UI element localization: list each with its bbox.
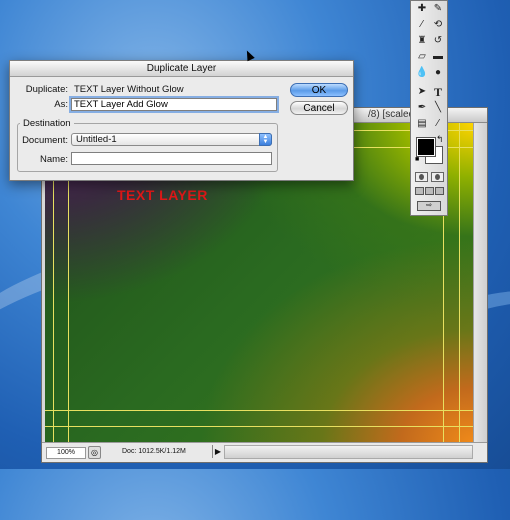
dodge-icon[interactable]: ● <box>430 66 446 80</box>
screen-mode-full-menu-icon[interactable] <box>425 187 434 195</box>
art-history-brush-icon[interactable]: ↺ <box>430 34 446 48</box>
document-select-value: Untitled-1 <box>76 134 117 145</box>
document-size-info: Doc: 1012.5K/1.12M <box>122 448 186 455</box>
name-label: Name: <box>40 154 68 165</box>
duplicate-layer-dialog: Duplicate Layer Duplicate: TEXT Layer Wi… <box>9 60 354 181</box>
as-label: As: <box>54 99 68 110</box>
destination-legend: Destination <box>20 118 74 129</box>
status-menu-arrow-icon[interactable]: ▶ <box>212 445 223 458</box>
healing-brush-icon[interactable]: ✚ <box>414 2 430 16</box>
jump-to-imageready-icon[interactable]: ⇨ <box>417 201 441 211</box>
select-arrows-icon: ▲ ▼ <box>259 133 272 146</box>
guide-horizontal[interactable] <box>45 426 474 427</box>
history-brush-icon[interactable]: ⟲ <box>430 18 446 32</box>
guide-vertical[interactable] <box>459 123 460 443</box>
guide-horizontal[interactable] <box>45 410 474 411</box>
screen-mode-standard-icon[interactable] <box>415 187 424 195</box>
cancel-button[interactable]: Cancel <box>290 101 348 115</box>
text-tool-icon[interactable]: T <box>430 85 446 99</box>
eraser-icon[interactable]: ▱ <box>414 50 430 64</box>
path-selection-icon[interactable]: ➤ <box>414 85 430 99</box>
swap-colors-icon[interactable]: ↰ <box>436 134 444 145</box>
ok-button[interactable]: OK <box>290 83 348 97</box>
document-label: Document: <box>22 135 68 146</box>
status-bar: 100% ◎ Doc: 1012.5K/1.12M ▶ <box>42 442 487 462</box>
name-input[interactable] <box>71 152 272 165</box>
document-select[interactable]: Untitled-1 ▲ ▼ <box>71 133 272 146</box>
duplicate-label: Duplicate: <box>25 84 68 95</box>
duplicate-value: TEXT Layer Without Glow <box>74 84 184 95</box>
zoom-field[interactable]: 100% <box>46 447 86 459</box>
notes-icon[interactable]: ▤ <box>414 117 430 131</box>
pen-icon[interactable]: ✒ <box>414 101 430 115</box>
as-name-input[interactable]: TEXT Layer Add Glow <box>69 96 279 113</box>
quick-mask-icon[interactable] <box>431 172 444 182</box>
screen-mode-full-icon[interactable] <box>435 187 444 195</box>
blur-icon[interactable]: 💧 <box>414 66 430 80</box>
vertical-scrollbar[interactable] <box>473 123 487 443</box>
gradient-icon[interactable]: ▬ <box>430 50 446 64</box>
status-info-icon[interactable]: ◎ <box>88 446 101 459</box>
brush-icon[interactable]: ⁄ <box>414 18 430 32</box>
default-colors-icon[interactable]: ■ <box>415 156 419 163</box>
eyedropper-icon[interactable]: ⁄ <box>430 117 446 131</box>
standard-mode-icon[interactable] <box>415 172 428 182</box>
foreground-color-swatch[interactable] <box>416 137 436 157</box>
tools-palette: ✚ ✎ ⁄ ⟲ ♜ ↺ ▱ ▬ 💧 ● ➤ T ✒ ╲ ▤ ⁄ ↰ ■ ⇨ <box>410 0 448 216</box>
canvas-text-layer[interactable]: TEXT LAYER <box>117 187 208 203</box>
pencil-icon[interactable]: ✎ <box>430 2 446 16</box>
stamp-icon[interactable]: ♜ <box>414 34 430 48</box>
line-tool-icon[interactable]: ╲ <box>430 101 446 115</box>
dialog-title[interactable]: Duplicate Layer <box>10 61 353 77</box>
horizontal-scrollbar[interactable] <box>224 445 473 459</box>
